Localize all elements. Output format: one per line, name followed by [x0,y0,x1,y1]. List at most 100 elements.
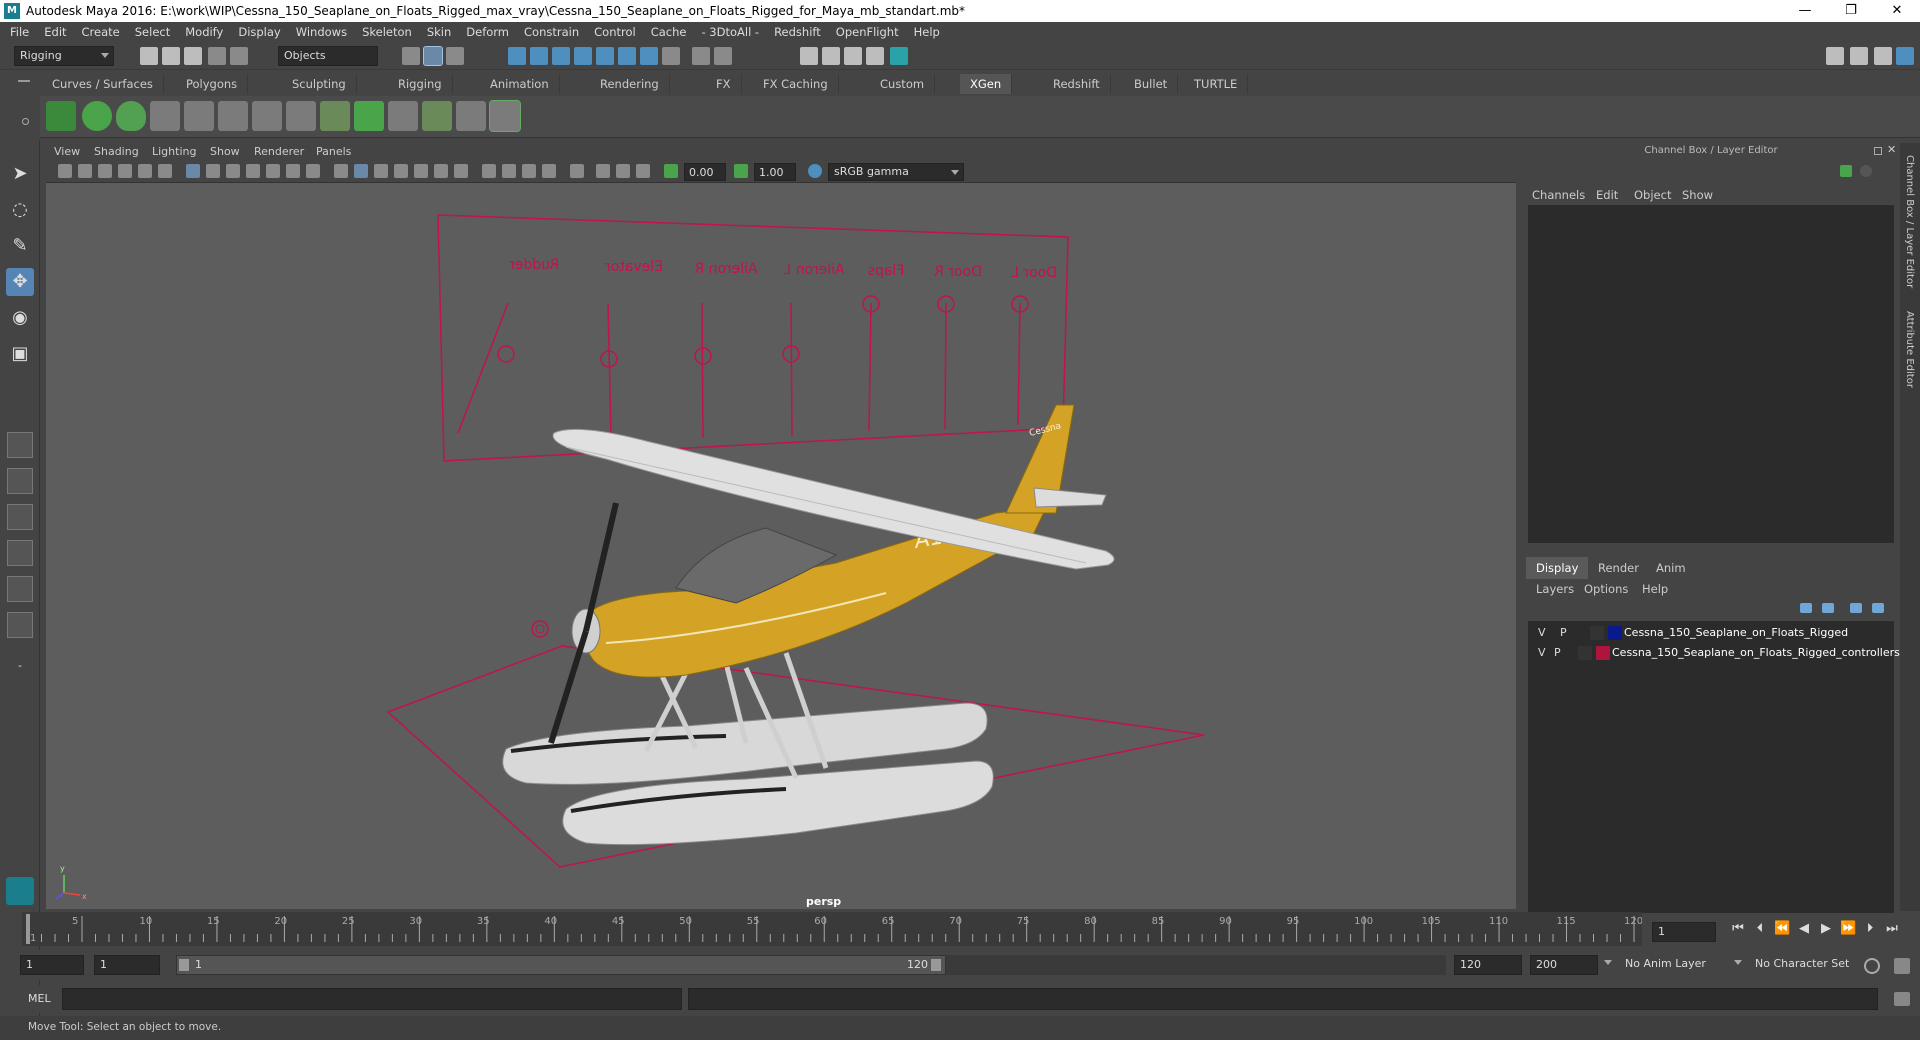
layer-menu-help[interactable]: Help [1642,582,1668,596]
outliner-layout-icon[interactable] [7,612,33,638]
add-primitive-icon[interactable] [218,101,248,131]
single-perspective-layout-icon[interactable] [7,432,33,458]
viewport-menu-shading[interactable]: Shading [94,145,139,158]
select-hierarchy-icon[interactable] [402,47,420,65]
channel-box-menu-edit[interactable]: Edit [1596,188,1618,202]
controller-panel-frame[interactable] [437,214,1069,462]
tool-settings-toggle-icon[interactable] [1874,47,1892,65]
resolution-gate-icon[interactable] [226,164,240,178]
side-tab-attribute-editor[interactable]: Attribute Editor [1904,311,1915,388]
selection-mode-dropdown[interactable]: Objects [278,46,378,66]
construction-history-icon[interactable] [714,47,732,65]
ipr-render-icon[interactable] [844,47,862,65]
range-end-handle[interactable] [931,959,941,971]
start-time-field[interactable]: 1 [20,955,84,975]
shelf-tab-fx-caching[interactable]: FX Caching [753,74,839,94]
two-d-pan-zoom-icon[interactable] [138,164,152,178]
color-management-icon[interactable] [808,164,822,178]
playback-start-field[interactable]: 1 [94,955,160,975]
viewport-menu-show[interactable]: Show [210,145,240,158]
channel-box-speed-icon[interactable] [1860,165,1872,177]
range-slider[interactable]: 1 120 [176,955,946,975]
hypershade-layout-icon[interactable] [7,576,33,602]
chevron-down-icon[interactable] [1604,960,1612,965]
shelf-tab-bullet[interactable]: Bullet [1124,74,1179,94]
xgen-preview-icon[interactable] [82,101,112,131]
image-plane-icon[interactable] [118,164,132,178]
exposure-field[interactable]: 0.00 [684,163,726,181]
channel-box-toggle-icon[interactable] [1896,47,1914,65]
screen-space-ao-icon[interactable] [482,164,496,178]
controller-sliders[interactable] [457,295,1029,440]
shelf-tab-turtle[interactable]: TURTLE [1184,74,1249,94]
command-language-label[interactable]: MEL [28,992,51,1005]
menu-file[interactable]: File [10,25,29,39]
rebuild-guides-icon[interactable] [388,101,418,131]
play-forwards-icon[interactable]: ▶ [1818,920,1834,938]
x-ray-icon[interactable] [596,164,610,178]
layer-color-swatch[interactable] [1596,646,1610,660]
xgen-export-icon[interactable] [489,100,521,132]
layer-visibility-toggle[interactable]: V [1538,646,1546,659]
menu-modify[interactable]: Modify [185,25,223,39]
shelf-tab-animation[interactable]: Animation [480,74,560,94]
move-layer-up-icon[interactable] [1800,603,1812,613]
layer-display-type[interactable] [1578,646,1592,660]
wireframe-icon[interactable] [334,164,348,178]
minimize-button[interactable]: — [1782,0,1828,22]
place-guide-icon[interactable] [184,101,214,131]
menu-3dtoall[interactable]: - 3DtoAll - [701,25,759,39]
end-time-field[interactable]: 200 [1530,955,1598,975]
layer-menu-options[interactable]: Options [1584,582,1628,596]
menu-display[interactable]: Display [238,25,280,39]
new-scene-icon[interactable] [140,47,158,65]
rotate-tool-icon[interactable]: ◉ [6,304,34,332]
sculpt-grass-icon[interactable] [422,101,452,131]
layer-display-type[interactable] [1590,626,1604,640]
safe-title-icon[interactable] [306,164,320,178]
shelf-tab-curves-surfaces[interactable]: Curves / Surfaces [42,74,164,94]
camera-attributes-icon[interactable] [78,164,92,178]
move-layer-down-icon[interactable] [1822,603,1834,613]
script-editor-icon[interactable] [1894,992,1910,1006]
snap-point-icon[interactable] [552,47,570,65]
shelf-tab-rigging[interactable]: Rigging [388,74,453,94]
grease-pencil-icon[interactable] [158,164,172,178]
menu-skin[interactable]: Skin [427,25,451,39]
new-layer-selected-icon[interactable] [1872,603,1884,613]
lasso-tool-icon[interactable]: ◌ [6,196,34,224]
menu-deform[interactable]: Deform [466,25,509,39]
playback-end-field[interactable]: 120 [1454,955,1522,975]
layer-visibility-toggle[interactable]: V [1538,626,1546,639]
shelf-settings-icon[interactable] [22,118,29,125]
go-to-end-icon[interactable]: ⏭ [1884,920,1900,938]
command-input[interactable] [62,988,682,1010]
layer-color-swatch[interactable] [1608,626,1622,640]
smooth-shade-icon[interactable] [354,164,368,178]
layer-tab-display[interactable]: Display [1526,557,1589,579]
chevron-down-icon[interactable] [1734,960,1742,965]
render-frame-icon[interactable] [822,47,840,65]
attribute-editor-toggle-icon[interactable] [1850,47,1868,65]
view-transform-dropdown[interactable]: sRGB gamma [828,163,964,181]
save-scene-icon[interactable] [184,47,202,65]
move-tool-icon[interactable]: ✥ [6,268,34,296]
slider-handle-rudder[interactable] [497,345,515,363]
select-camera-icon[interactable] [58,164,72,178]
snap-curve-icon[interactable] [530,47,548,65]
gamma-icon[interactable] [734,164,748,178]
layers-icon[interactable] [354,101,384,131]
snap-center-icon[interactable] [640,47,658,65]
shelf-tab-xgen[interactable]: XGen [960,74,1013,94]
layout-options-icon[interactable]: - [6,652,34,680]
gamma-field[interactable]: 1.00 [754,163,796,181]
select-tool-icon[interactable]: ➤ [6,160,34,188]
viewport-menu-renderer[interactable]: Renderer [254,145,304,158]
modeling-toolkit-icon[interactable] [1826,47,1844,65]
x-ray-joints-icon[interactable] [636,164,650,178]
guide-visibility-icon[interactable] [252,101,282,131]
viewport-menu-view[interactable]: View [54,145,80,158]
menu-redshift[interactable]: Redshift [774,25,821,39]
safe-action-icon[interactable] [286,164,300,178]
go-to-start-icon[interactable]: ⏮ [1730,920,1746,938]
